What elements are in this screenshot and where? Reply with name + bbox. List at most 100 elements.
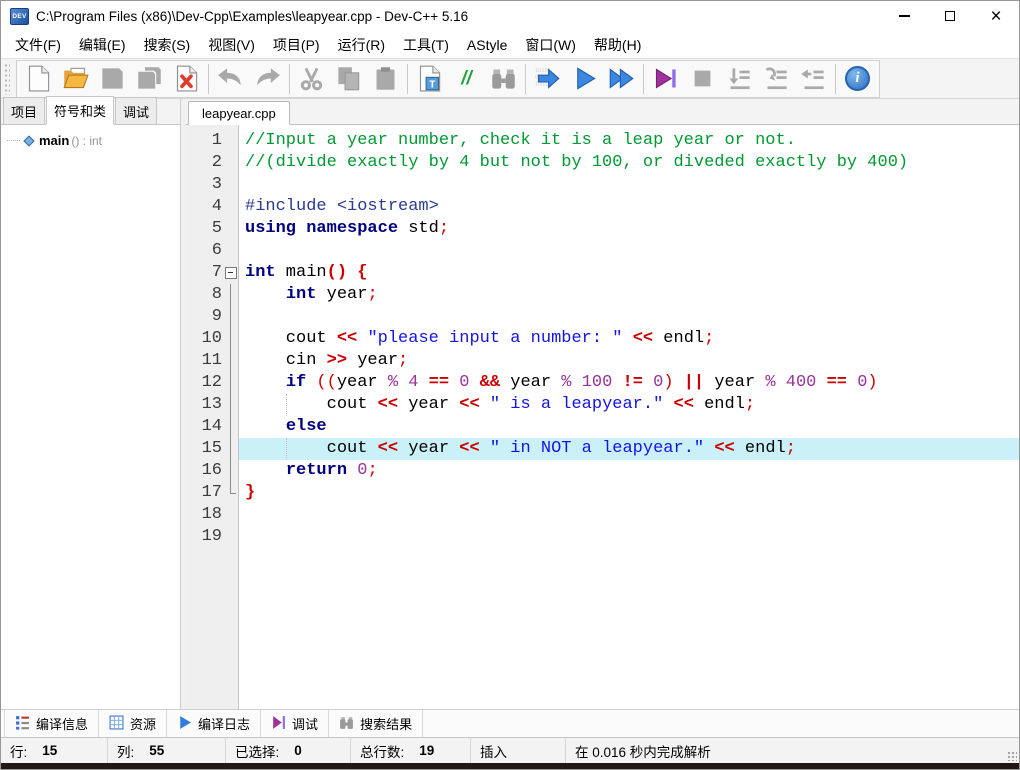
- code-line-9[interactable]: 9: [186, 306, 1019, 328]
- toolbar-grip[interactable]: [4, 63, 10, 95]
- step-into-button: [758, 62, 795, 96]
- code-line-19[interactable]: 19: [186, 526, 1019, 548]
- sidebar-tab-debug[interactable]: 调试: [115, 97, 157, 124]
- search-results-tab[interactable]: 搜索结果: [329, 710, 423, 737]
- status-bar: 行:15列:55已选择:0总行数:19插入在 0.016 秒内完成解析: [1, 737, 1019, 763]
- save-all-icon: [136, 65, 163, 92]
- new-file-button[interactable]: [20, 62, 57, 96]
- editor-tab-leapyear[interactable]: leapyear.cpp: [188, 101, 290, 125]
- menu-item-file[interactable]: 文件(F): [6, 32, 70, 58]
- menu-item-search[interactable]: 搜索(S): [135, 32, 200, 58]
- line-number: 10: [186, 328, 222, 350]
- line-number: 18: [186, 504, 222, 526]
- line-number: 19: [186, 526, 222, 548]
- debug-tab-icon: [271, 715, 286, 730]
- menu-item-view[interactable]: 视图(V): [199, 32, 264, 58]
- compile-and-run-button[interactable]: [603, 62, 640, 96]
- toolbar-separator: [643, 64, 644, 94]
- run-button[interactable]: [566, 62, 603, 96]
- search-results-tab-label: 搜索结果: [360, 714, 412, 733]
- menu-item-help[interactable]: 帮助(H): [585, 32, 650, 58]
- line-number: 11: [186, 350, 222, 372]
- code-line-4[interactable]: 4#include <iostream>: [186, 196, 1019, 218]
- menu-item-project[interactable]: 项目(P): [264, 32, 329, 58]
- code-line-2[interactable]: 2//(divide exactly by 4 but not by 100, …: [186, 152, 1019, 174]
- menu-item-astyle[interactable]: AStyle: [458, 34, 516, 56]
- editor-panel: leapyear.cpp 1//Input a year number, che…: [186, 99, 1019, 709]
- code-editor[interactable]: 1//Input a year number, check it is a le…: [186, 125, 1019, 709]
- toggle-comment-button[interactable]: [448, 62, 485, 96]
- resources-tab-label: 资源: [130, 714, 156, 733]
- fold-column: [222, 196, 239, 218]
- code-line-18[interactable]: 18: [186, 504, 1019, 526]
- code-line-3[interactable]: 3: [186, 174, 1019, 196]
- code-line-16[interactable]: 16 return 0;: [186, 460, 1019, 482]
- window-controls: ×: [881, 1, 1019, 31]
- maximize-icon: [945, 11, 955, 21]
- code-line-5[interactable]: 5using namespace std;: [186, 218, 1019, 240]
- maximize-button[interactable]: [927, 1, 973, 31]
- compile-log-tab[interactable]: 编译日志: [167, 710, 261, 737]
- fold-column: [222, 240, 239, 262]
- line-number: 16: [186, 460, 222, 482]
- close-button[interactable]: ×: [973, 1, 1019, 31]
- fold-column: [222, 152, 239, 174]
- debug-tab[interactable]: 调试: [261, 710, 329, 737]
- code-line-15[interactable]: 15 cout << year << " in NOT a leapyear."…: [186, 438, 1019, 460]
- code-line-8[interactable]: 8 int year;: [186, 284, 1019, 306]
- indent-guide: [286, 438, 287, 460]
- menu-item-edit[interactable]: 编辑(E): [70, 32, 135, 58]
- sidebar-tab-project[interactable]: 项目: [3, 97, 45, 124]
- status-total-lines: 总行数:19: [351, 738, 471, 763]
- editor-tab-bar: leapyear.cpp: [186, 99, 1019, 125]
- fold-column: [222, 526, 239, 548]
- code-line-17[interactable]: 17}: [186, 482, 1019, 504]
- new-source-icon: T: [416, 65, 443, 92]
- code-line-7[interactable]: 7int main() {: [186, 262, 1019, 284]
- code-line-12[interactable]: 12 if ((year % 4 == 0 && year % 100 != 0…: [186, 372, 1019, 394]
- code-line-11[interactable]: 11 cin >> year;: [186, 350, 1019, 372]
- code-line-10[interactable]: 10 cout << "please input a number: " << …: [186, 328, 1019, 350]
- fold-marker[interactable]: [222, 262, 239, 284]
- new-file-icon: [25, 65, 52, 92]
- toolbar-separator: [289, 64, 290, 94]
- undo-button: [212, 62, 249, 96]
- close-file-button[interactable]: [168, 62, 205, 96]
- devcpp-logo-icon: [10, 8, 29, 25]
- window-bottom-edge: [1, 763, 1019, 769]
- code-line-6[interactable]: 6: [186, 240, 1019, 262]
- tree-item-main[interactable]: main () : int: [3, 133, 178, 148]
- code-text: [239, 306, 1019, 328]
- line-number: 14: [186, 416, 222, 438]
- minimize-icon: [899, 15, 910, 17]
- left-panel: 项目符号和类调试 main () : int: [1, 99, 181, 709]
- code-text: [239, 240, 1019, 262]
- minimize-button[interactable]: [881, 1, 927, 31]
- compile-button[interactable]: 101001101001: [529, 62, 566, 96]
- close-icon: ×: [990, 7, 1001, 26]
- debug-button[interactable]: [647, 62, 684, 96]
- code-line-14[interactable]: 14 else: [186, 416, 1019, 438]
- code-line-13[interactable]: 13 cout << year << " is a leapyear." << …: [186, 394, 1019, 416]
- resources-tab[interactable]: 资源: [99, 710, 167, 737]
- open-button[interactable]: [57, 62, 94, 96]
- fold-column: [222, 218, 239, 240]
- menu-item-window[interactable]: 窗口(W): [516, 32, 585, 58]
- menu-item-tools[interactable]: 工具(T): [394, 32, 458, 58]
- search-results-icon: [339, 715, 354, 730]
- find-button[interactable]: [485, 62, 522, 96]
- line-number: 15: [186, 438, 222, 460]
- menu-bar: 文件(F)编辑(E)搜索(S)视图(V)项目(P)运行(R)工具(T)AStyl…: [1, 31, 1019, 58]
- fold-column: [222, 174, 239, 196]
- new-source-button[interactable]: T: [411, 62, 448, 96]
- compile-info-tab[interactable]: 编译信息: [4, 710, 99, 737]
- code-text: if ((year % 4 == 0 && year % 100 != 0) |…: [239, 372, 1019, 394]
- code-line-1[interactable]: 1//Input a year number, check it is a le…: [186, 130, 1019, 152]
- sidebar-tab-symbols[interactable]: 符号和类: [46, 96, 114, 125]
- about-button[interactable]: [839, 62, 876, 96]
- status-line: 行:15: [1, 738, 108, 763]
- fold-marker: [222, 460, 239, 482]
- menu-item-run[interactable]: 运行(R): [329, 32, 394, 58]
- code-text: //(divide exactly by 4 but not by 100, o…: [239, 152, 1019, 174]
- step-out-icon: [800, 65, 827, 92]
